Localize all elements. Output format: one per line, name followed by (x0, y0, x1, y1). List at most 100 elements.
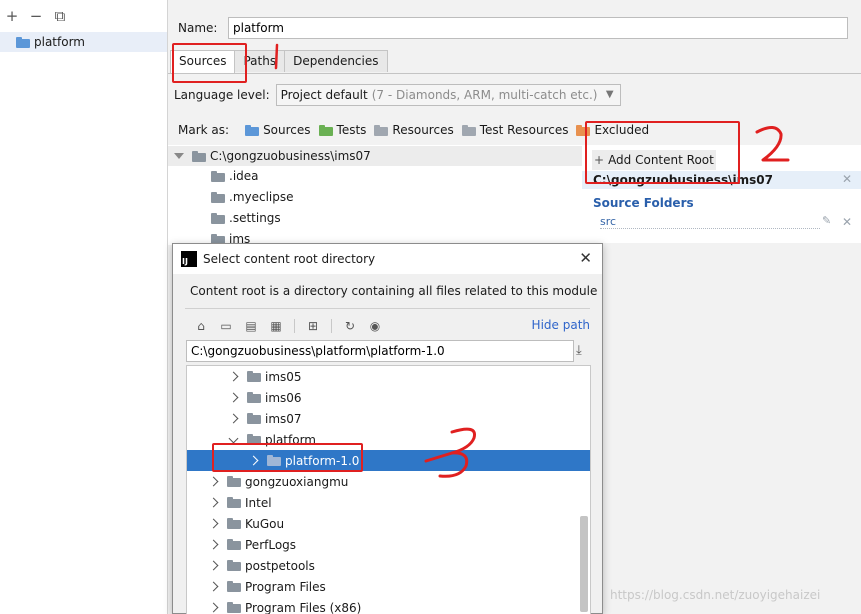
remove-module-button[interactable]: − (28, 7, 44, 25)
module-folder-icon[interactable]: ▦ (266, 317, 286, 335)
home-icon[interactable]: ⌂ (191, 317, 211, 335)
path-field[interactable] (186, 340, 574, 362)
chevron-right-icon[interactable] (208, 602, 219, 613)
copy-module-button[interactable]: ⧉ (52, 7, 68, 25)
dir-row-perflogs[interactable]: PerfLogs (187, 534, 579, 555)
chevron-right-icon[interactable] (208, 581, 219, 592)
module-toolbar: + − ⧉ (0, 0, 167, 32)
dir-row-ims05[interactable]: ims05 (187, 366, 579, 387)
folder-icon (211, 170, 225, 182)
dialog-description: Content root is a directory containing a… (190, 284, 598, 298)
folder-icon (227, 602, 241, 613)
chevron-right-icon[interactable] (208, 560, 219, 571)
mark-tests-label: Tests (336, 123, 367, 137)
refresh-icon[interactable]: ↻ (340, 317, 360, 335)
folder-icon (227, 581, 241, 592)
chevron-right-icon[interactable] (228, 371, 239, 382)
tree-item-myeclipse[interactable]: .myeclipse (211, 187, 294, 207)
tabs-divider (168, 73, 861, 74)
dialog-toolbar: ⌂ ▭ ▤ ▦ ⊞ ↻ ◉ (191, 317, 385, 335)
folder-icon (211, 212, 225, 224)
tree-item-label: .myeclipse (229, 190, 294, 204)
chevron-down-icon[interactable] (228, 433, 239, 443)
chevron-right-icon[interactable] (208, 476, 219, 487)
dir-row-program-files-x86[interactable]: Program Files (x86) (187, 597, 579, 614)
remove-source-icon[interactable]: ✕ (842, 215, 852, 229)
dir-row-label: Program Files (245, 579, 326, 594)
dir-row-program-files[interactable]: Program Files (187, 576, 579, 597)
chevron-right-icon[interactable] (208, 539, 219, 550)
source-folders-title: Source Folders (593, 196, 694, 210)
dir-row-gongzuoxiangmu[interactable]: gongzuoxiangmu (187, 471, 579, 492)
edit-icon[interactable]: ✎ (822, 214, 831, 227)
dir-row-label: Program Files (x86) (245, 600, 362, 614)
tree-item-idea[interactable]: .idea (211, 166, 259, 186)
annotation-box-2 (585, 121, 740, 184)
language-level-label: Language level: (174, 88, 270, 102)
hide-path-link[interactable]: Hide path (532, 318, 590, 332)
desktop-icon[interactable]: ▭ (216, 317, 236, 335)
add-module-button[interactable]: + (4, 7, 20, 25)
watermark: https://blog.csdn.net/zuoyigehaizei (610, 588, 821, 602)
mark-tests-button[interactable]: Tests (318, 123, 367, 137)
expand-arrow-icon (174, 153, 184, 159)
new-folder-icon[interactable]: ⊞ (303, 317, 323, 335)
name-field[interactable] (228, 17, 848, 39)
language-level-select[interactable]: Project default (7 - Diamonds, ARM, mult… (275, 84, 621, 106)
test-resources-folder-icon (461, 124, 476, 136)
dir-row-label: Intel (245, 495, 272, 510)
download-icon[interactable]: ⤓ (576, 343, 582, 358)
folder-icon (247, 371, 261, 382)
language-level-row: Language level: Project default (7 - Dia… (174, 84, 621, 106)
tree-item-label: .idea (229, 169, 259, 183)
module-pane: + − ⧉ platform (0, 0, 168, 614)
annotation-box-1 (172, 43, 247, 83)
folder-icon (247, 392, 261, 403)
chevron-right-icon[interactable] (228, 392, 239, 403)
source-folder-item[interactable]: src (600, 215, 820, 229)
module-item-platform[interactable]: platform (0, 32, 167, 52)
name-row: Name: (178, 17, 848, 39)
dir-row-label: ims05 (265, 369, 302, 384)
mark-test-resources-button[interactable]: Test Resources (461, 123, 569, 137)
name-label: Name: (178, 21, 218, 35)
dir-row-ims06[interactable]: ims06 (187, 387, 579, 408)
chevron-right-icon[interactable] (228, 413, 239, 424)
dir-row-kugou[interactable]: KuGou (187, 513, 579, 534)
sources-folder-icon (245, 124, 260, 136)
project-folder-icon[interactable]: ▤ (241, 317, 261, 335)
dir-row-label: ims07 (265, 411, 302, 426)
close-icon[interactable]: ✕ (579, 249, 592, 267)
remove-root-icon[interactable]: ✕ (842, 172, 852, 186)
dir-row-intel[interactable]: Intel (187, 492, 579, 513)
directory-tree: ims05 ims06 ims07 platform platform-1.0 … (186, 365, 591, 614)
chevron-right-icon[interactable] (208, 497, 219, 508)
tree-item-settings[interactable]: .settings (211, 208, 281, 228)
toolbar-separator (331, 319, 332, 333)
mark-test-resources-label: Test Resources (479, 123, 569, 137)
folder-icon (227, 539, 241, 550)
tab-dependencies[interactable]: Dependencies (284, 50, 388, 72)
chevron-right-icon[interactable] (208, 518, 219, 529)
module-label: platform (34, 35, 85, 49)
language-level-value: Project default (280, 88, 368, 102)
mark-sources-button[interactable]: Sources (245, 123, 311, 137)
mark-resources-button[interactable]: Resources (374, 123, 454, 137)
show-hidden-icon[interactable]: ◉ (365, 317, 385, 335)
folder-icon (227, 560, 241, 571)
chevron-down-icon: ▼ (605, 89, 614, 100)
dir-row-postpetools[interactable]: postpetools (187, 555, 579, 576)
scrollbar-thumb[interactable] (580, 516, 588, 612)
language-level-hint: (7 - Diamonds, ARM, multi-catch etc.) (371, 88, 598, 102)
module-folder-icon (16, 36, 30, 48)
dir-row-label: postpetools (245, 558, 315, 573)
content-tree-root[interactable]: C:\gongzuobusiness\ims07 (168, 146, 582, 166)
dir-row-ims07[interactable]: ims07 (187, 408, 579, 429)
content-tree-root-label: C:\gongzuobusiness\ims07 (210, 149, 371, 163)
toolbar-separator (294, 319, 295, 333)
mark-sources-label: Sources (263, 123, 311, 137)
annotation-box-3 (212, 443, 363, 472)
dir-row-label: ims06 (265, 390, 302, 405)
mark-as-label: Mark as: (178, 123, 230, 137)
dialog-divider (185, 308, 590, 309)
